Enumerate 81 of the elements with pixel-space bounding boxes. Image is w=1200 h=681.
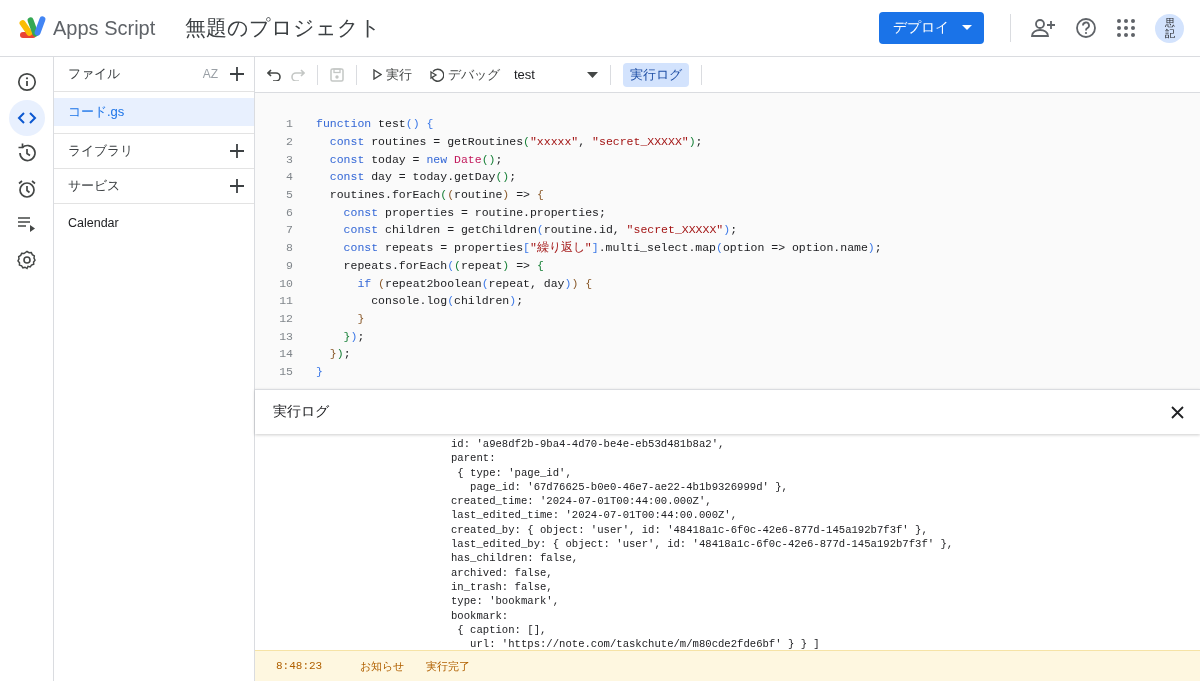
file-item[interactable]: コード.gs: [54, 98, 254, 126]
service-item[interactable]: Calendar: [54, 204, 254, 242]
log-line: url: 'https://note.com/taskchute/m/m80cde2fde6bf' } } ]: [469, 637, 821, 650]
log-line: created_time: '2024-07-01T00:44:00.000Z',: [451, 494, 713, 509]
log-line: created_by: { object: 'user', id: '48418a1c-6f0c-42e6-877d-145a192b7f3f' },: [451, 522, 929, 538]
help-icon[interactable]: [1075, 17, 1097, 39]
log-message: 実行完了: [426, 658, 470, 674]
caret-icon: [962, 25, 972, 31]
history-icon: [16, 143, 37, 164]
code-line: const properties = routine.properties;: [342, 205, 606, 219]
line-number: 13: [278, 329, 293, 343]
line-number: 9: [285, 258, 293, 272]
line-number: 10: [278, 276, 293, 290]
play-icon: [373, 69, 382, 80]
close-icon[interactable]: [1171, 405, 1184, 419]
undo-icon[interactable]: [267, 68, 281, 81]
list-play-icon: [16, 216, 37, 233]
line-number: 15: [278, 364, 293, 378]
log-line: id: 'a9e8df2b-9ba4-4d70-be4e-eb53d481b8a2',: [451, 437, 726, 452]
caret-icon: [587, 71, 598, 78]
code-line: console.log(children);: [370, 294, 524, 308]
log-timestamp: 8:48:23: [276, 660, 324, 672]
code-line: const day = today.getDay();: [328, 170, 517, 184]
execution-log-button[interactable]: 実行ログ: [623, 62, 689, 87]
line-number: 7: [285, 223, 293, 237]
line-number: 4: [285, 170, 293, 184]
code-line: function test() {: [316, 117, 434, 131]
log-line: { caption: [],: [456, 622, 548, 638]
line-number: 3: [285, 152, 293, 166]
section-heading: ライブラリ: [68, 142, 133, 160]
log-line: last_edited_by: { object: 'user', id: '48418a1c-6f0c-42e6-877d-145a192b7f3f' },: [451, 537, 955, 552]
line-number: 8: [285, 241, 293, 255]
function-dropdown[interactable]: test: [514, 67, 598, 82]
code-line: const routines = getRoutines("xxxxx", "secret_XXXXX");: [328, 135, 703, 149]
code-line: }: [356, 311, 365, 325]
log-line: archived: false,: [451, 565, 554, 580]
apps-grid-icon[interactable]: [1117, 19, 1135, 37]
project-title[interactable]: 無題のプロジェクト: [185, 14, 382, 42]
run-button[interactable]: 実行: [369, 65, 416, 84]
files-heading: ファイル: [68, 65, 121, 83]
debug-button[interactable]: デバッグ: [426, 65, 504, 84]
info-icon: [16, 71, 37, 92]
line-number: 1: [285, 117, 293, 131]
log-panel-title: 実行ログ: [273, 403, 329, 421]
line-number: 5: [285, 188, 293, 202]
code-line: const children = getChildren(routine.id, "secret_XXXXX");: [342, 223, 738, 237]
code-line: const repeats = properties["繰り返し"].multi_select.map(option => option.name);: [342, 240, 882, 256]
log-line: bookmark:: [451, 608, 510, 623]
line-number: 12: [278, 311, 293, 325]
code-line: repeats.forEach((repeat) => {: [342, 258, 544, 272]
add-icon[interactable]: [230, 144, 244, 158]
alarm-clock-icon: [16, 178, 37, 199]
deploy-button[interactable]: デプロイ: [879, 12, 984, 44]
code-line: });: [342, 329, 365, 343]
settings-icon: [16, 249, 37, 270]
code-line: }: [316, 364, 323, 378]
user-avatar[interactable]: 思記: [1155, 13, 1184, 43]
code-line: routines.forEach((routine) => {: [328, 188, 544, 202]
add-icon[interactable]: [230, 179, 244, 193]
product-name: Apps Script: [53, 16, 156, 40]
add-person-icon[interactable]: [1031, 18, 1055, 38]
code-icon: [16, 110, 37, 125]
log-line: page_id: '67d76625-b0e0-46e7-ae22-4b1b9326999d' },: [469, 479, 789, 495]
add-icon[interactable]: [230, 67, 244, 81]
debug-icon: [430, 67, 444, 82]
code-line: const today = new Date();: [328, 152, 503, 166]
log-line: type: 'bookmark',: [451, 594, 561, 609]
nav-item[interactable]: [8, 99, 45, 136]
section-heading: サービス: [68, 177, 120, 195]
log-line: { type: 'page_id',: [456, 465, 573, 480]
line-number: 6: [285, 205, 293, 219]
code-line: if (repeat2boolean(repeat, day)) {: [356, 276, 593, 290]
log-line: has_children: false,: [451, 551, 580, 566]
line-number: 2: [285, 135, 293, 149]
code-line: });: [328, 347, 351, 361]
line-number: 11: [278, 294, 293, 308]
log-line: parent:: [451, 451, 497, 466]
log-line: last_edited_time: '2024-07-01T00:44:00.000Z',: [451, 508, 739, 523]
log-level: お知らせ: [360, 658, 405, 674]
log-line: in_trash: false,: [451, 579, 554, 595]
line-number: 14: [278, 347, 293, 361]
